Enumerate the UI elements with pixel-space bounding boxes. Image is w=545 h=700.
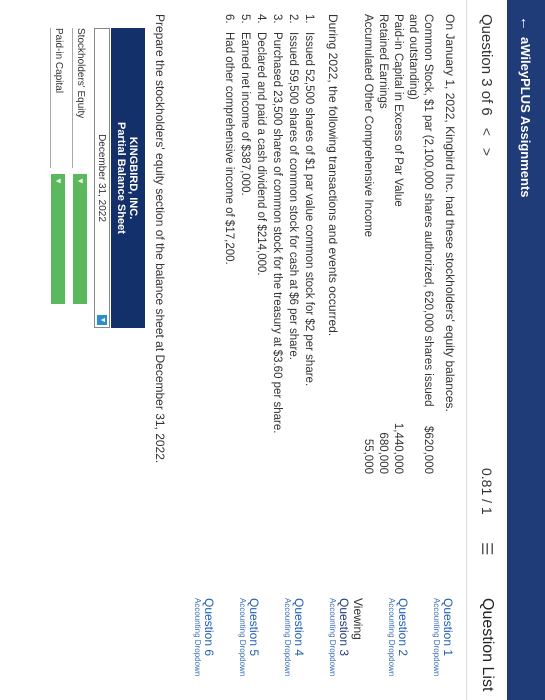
item-number: 6. xyxy=(223,14,235,24)
item-text: Purchased 23,500 shares of common stock … xyxy=(271,32,283,434)
sidebar-item-title: Question 1 xyxy=(441,598,455,657)
list-item: 6. Had other comprehensive income of $17,… xyxy=(221,14,237,574)
prev-question-button[interactable]: < xyxy=(479,128,495,136)
item-number: 5. xyxy=(239,14,251,24)
item-number: 3. xyxy=(271,14,283,24)
rotated-page: ← aWileyPLUS Assignments Question 3 of 6… xyxy=(0,0,545,700)
balance-amount: 1,440,000 xyxy=(392,422,404,474)
item-text: Had other comprehensive income of $17,20… xyxy=(223,32,235,265)
sidebar-item-type: Accounting Dropdown xyxy=(387,598,396,677)
assignments-title[interactable]: aWileyPLUS Assignments xyxy=(519,37,534,198)
list-item: 2. Issued 59,500 shares of common stock f… xyxy=(285,14,301,574)
list-icon[interactable]: ☰ xyxy=(478,542,496,555)
sidebar-item-question-2[interactable]: Question 2 Accounting Dropdown xyxy=(387,598,410,698)
sidebar-item-type: Accounting Dropdown xyxy=(432,598,441,677)
list-item: 1. Issued 52,500 shares of $1 par value c… xyxy=(301,14,317,574)
balance-row: Retained Earnings 680,000 xyxy=(375,14,390,474)
balance-amount: 55,000 xyxy=(362,438,374,474)
question-bar: Question 3 of 6 < > 0.81 / 1 ☰ Question … xyxy=(466,0,507,700)
row-label: Stockholders' Equity xyxy=(72,28,88,168)
item-text: Issued 59,500 shares of common stock for… xyxy=(287,32,299,360)
item-text: Issued 52,500 shares of $1 par value com… xyxy=(303,32,315,387)
balance-amount: 680,000 xyxy=(377,432,389,474)
date-value: December 31, 2022 xyxy=(96,134,108,222)
balance-row: Accumulated Other Comprehensive Income 5… xyxy=(360,14,375,474)
next-question-button[interactable]: > xyxy=(479,148,495,156)
table-row: Stockholders' Equity ▼ xyxy=(72,28,88,328)
item-text: Earned net income of $387,000. xyxy=(239,32,251,196)
balance-row: Paid-in Capital in Excess of Par Value 1… xyxy=(390,14,405,474)
statement-name: Partial Balance Sheet xyxy=(115,122,127,234)
sidebar-item-question-1[interactable]: Question 1 Accounting Dropdown xyxy=(432,598,455,698)
prepare-instruction: Prepare the stockholders' equity section… xyxy=(153,14,167,464)
sidebar-item-type: Accounting Dropdown xyxy=(193,598,202,677)
item-text: Declared and paid a cash dividend of $21… xyxy=(255,32,267,276)
company-name: KINGBIRD, INC. xyxy=(127,136,139,220)
sidebar-item-title: Question 6 xyxy=(202,598,216,657)
chevron-down-icon: ▼ xyxy=(76,177,85,185)
account-dropdown[interactable]: ▼ xyxy=(51,174,65,304)
sidebar-item-question-6[interactable]: Question 6 Accounting Dropdown xyxy=(193,598,216,698)
question-number: Question 3 of 6 xyxy=(478,14,496,116)
item-number: 1. xyxy=(303,14,315,24)
equity-balances: Common Stock, $1 par (2,100,000 shares a… xyxy=(360,14,435,474)
sidebar-item-type: Accounting Dropdown xyxy=(283,598,292,677)
sidebar-item-title: Question 3 xyxy=(337,598,351,657)
sidebar-item-type: Accounting Dropdown xyxy=(328,598,337,677)
sidebar-item-title: Question 4 xyxy=(292,598,306,657)
question-sidebar: Question 1 Accounting Dropdown Question … xyxy=(171,598,455,698)
date-dropdown[interactable]: December 31, 2022 ▼ xyxy=(94,28,110,328)
during-text: During 2022, the following transactions … xyxy=(326,14,340,337)
balance-label: Common Stock, $1 par (2,100,000 shares a… xyxy=(407,14,434,407)
list-item: 5. Earned net income of $387,000. xyxy=(237,14,253,574)
events-list: 1. Issued 52,500 shares of $1 par value c… xyxy=(221,14,317,574)
sidebar-item-question-3[interactable]: Viewing Question 3 Accounting Dropdown xyxy=(328,598,365,698)
intro-text: On January 1, 2022, Kingbird Inc. had th… xyxy=(443,14,457,412)
balance-sheet-header: KINGBIRD, INC. Partial Balance Sheet xyxy=(111,28,145,328)
balance-label: Paid-in Capital in Excess of Par Value xyxy=(392,14,404,207)
top-header: ← aWileyPLUS Assignments xyxy=(507,0,545,700)
viewing-label: Viewing xyxy=(351,598,365,640)
sidebar-item-question-5[interactable]: Question 5 Accounting Dropdown xyxy=(238,598,261,698)
sidebar-item-type: Accounting Dropdown xyxy=(238,598,247,677)
table-row: Paid-in Capital ▼ xyxy=(50,28,66,328)
row-label: Paid-in Capital xyxy=(50,28,66,168)
balance-amount: $620,000 xyxy=(422,426,434,474)
question-list-button[interactable]: Question List xyxy=(478,598,496,691)
chevron-down-icon: ▼ xyxy=(54,177,63,185)
account-dropdown[interactable]: ▼ xyxy=(73,174,87,304)
sidebar-item-question-4[interactable]: Question 4 Accounting Dropdown xyxy=(283,598,306,698)
balance-sheet-form: KINGBIRD, INC. Partial Balance Sheet Dec… xyxy=(50,28,145,328)
sidebar-item-title: Question 2 xyxy=(396,598,410,657)
list-item: 3. Purchased 23,500 shares of common stoc… xyxy=(269,14,285,574)
score: 0.81 / 1 xyxy=(479,468,495,515)
sidebar-item-title: Question 5 xyxy=(247,598,261,657)
list-item: 4. Declared and paid a cash dividend of $… xyxy=(253,14,269,574)
chevron-down-icon: ▼ xyxy=(97,315,107,325)
item-number: 2. xyxy=(287,14,299,24)
arrow-left-icon[interactable]: ← xyxy=(518,16,535,31)
balance-label: Retained Earnings xyxy=(377,14,389,109)
item-number: 4. xyxy=(255,14,267,24)
balance-row: Common Stock, $1 par (2,100,000 shares a… xyxy=(405,14,435,474)
balance-label: Accumulated Other Comprehensive Income xyxy=(362,14,374,238)
